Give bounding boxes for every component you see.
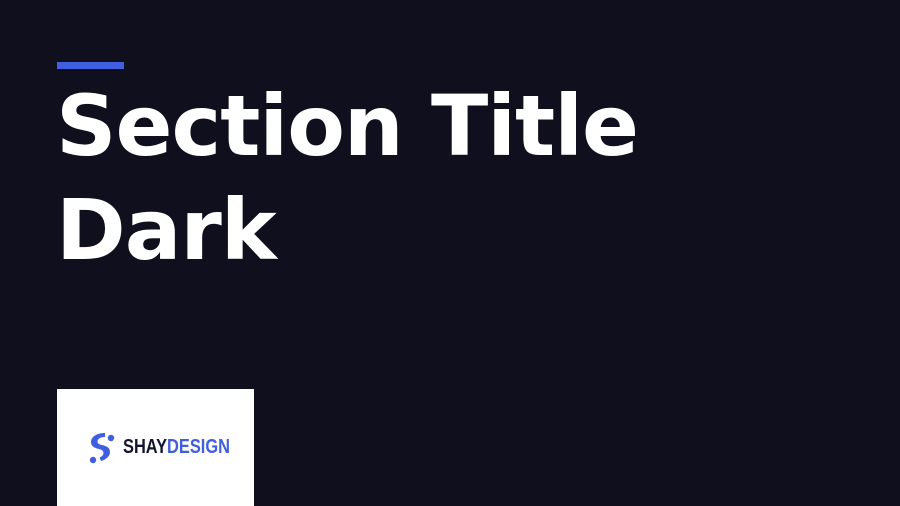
s-logo-icon (89, 433, 115, 464)
section-title-line-1: Section Title (56, 77, 639, 175)
section-title: Section Title Dark (56, 74, 639, 282)
logo-wordmark: SHAYDESIGN (123, 434, 230, 460)
logo-wordmark-design: DESIGN (167, 436, 230, 458)
logo-wordmark-shay: SHAY (123, 436, 168, 458)
logo-card: SHAYDESIGN (57, 389, 254, 506)
section-title-line-2: Dark (56, 181, 277, 279)
slide: Section Title Dark SHAYDESIGN (0, 0, 900, 506)
accent-bar (57, 62, 124, 69)
